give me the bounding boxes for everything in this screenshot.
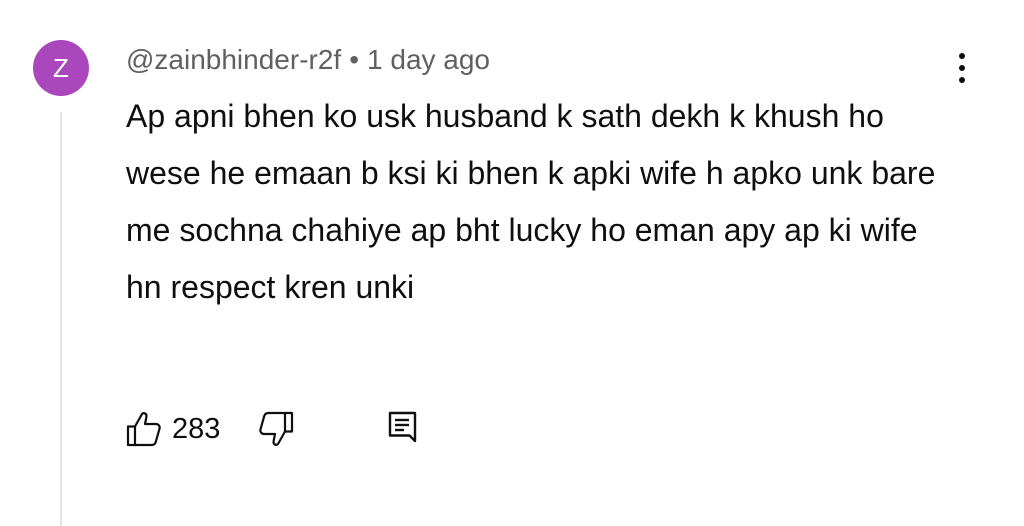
reply-comment-icon xyxy=(389,411,417,443)
header-separator: • xyxy=(349,44,360,75)
thumb-down-icon xyxy=(259,411,294,446)
thumb-up-icon xyxy=(126,412,161,447)
comment-actions: 283 xyxy=(124,404,422,454)
author-name[interactable]: @zainbhinder-r2f xyxy=(126,44,341,76)
comment-header: @zainbhinder-r2f • 1 day ago xyxy=(126,40,490,80)
comment-timestamp[interactable]: 1 day ago xyxy=(367,44,490,76)
avatar-letter: Z xyxy=(53,52,69,83)
more-options-button[interactable] xyxy=(944,48,980,88)
like-button[interactable]: 283 xyxy=(124,409,220,449)
avatar[interactable]: Z xyxy=(33,40,89,96)
comment-text: Ap apni bhen ko usk husband k sath dekh … xyxy=(126,98,936,305)
more-vertical-icon xyxy=(959,53,965,59)
reply-button[interactable] xyxy=(382,408,422,450)
like-count: 283 xyxy=(172,412,221,445)
thread-line xyxy=(60,112,74,526)
dislike-button[interactable] xyxy=(256,409,296,449)
